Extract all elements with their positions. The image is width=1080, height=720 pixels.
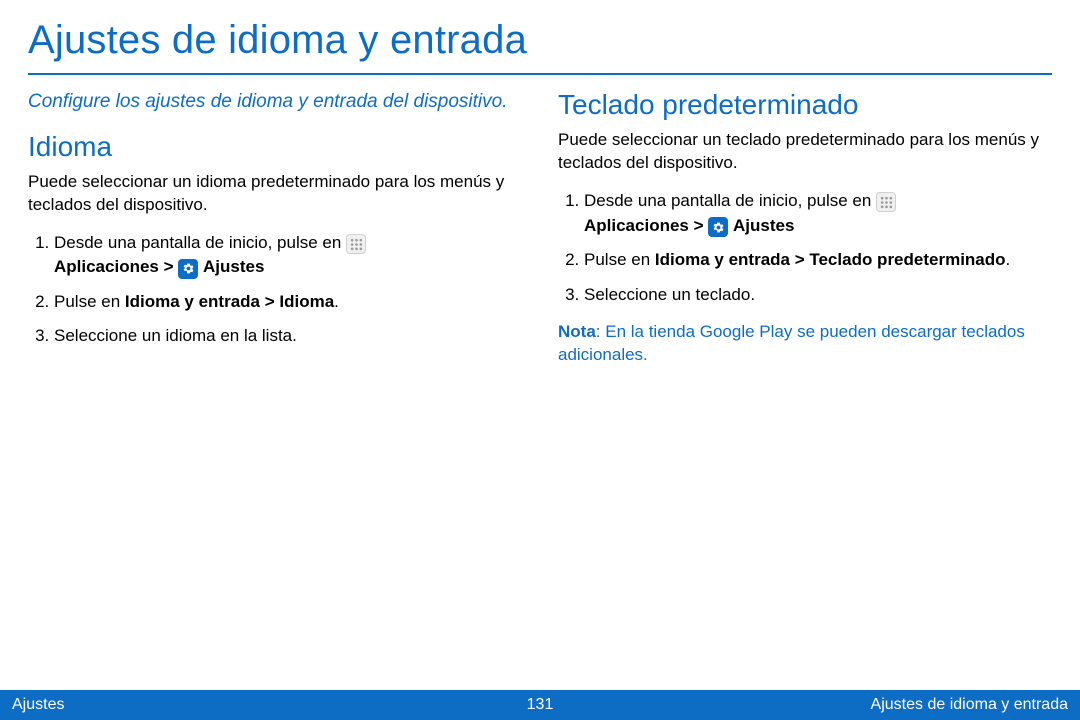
note-label: Nota <box>558 322 596 341</box>
step-text: Seleccione un idioma en la lista. <box>54 326 297 345</box>
step-text: Pulse en <box>584 250 655 269</box>
section-heading-teclado: Teclado predeterminado <box>558 89 1052 121</box>
step-item: Seleccione un teclado. <box>584 283 1052 308</box>
document-page: Ajustes de idioma y entrada Configure lo… <box>0 0 1080 720</box>
step-bold: Idioma y entrada > Idioma <box>125 292 334 311</box>
step-item: Desde una pantalla de inicio, pulse en A… <box>54 231 522 280</box>
step-text: Seleccione un teclado. <box>584 285 755 304</box>
gear-icon <box>708 217 728 237</box>
step-item: Desde una pantalla de inicio, pulse en A… <box>584 189 1052 238</box>
step-text: Desde una pantalla de inicio, pulse en <box>584 191 876 210</box>
content-columns: Configure los ajustes de idioma y entrad… <box>28 89 1052 367</box>
section-heading-idioma: Idioma <box>28 131 522 163</box>
page-intro: Configure los ajustes de idioma y entrad… <box>28 89 522 115</box>
steps-teclado: Desde una pantalla de inicio, pulse en A… <box>558 189 1052 308</box>
left-column: Configure los ajustes de idioma y entrad… <box>28 89 522 367</box>
step-text: . <box>1006 250 1011 269</box>
note-block: Nota: En la tienda Google Play se pueden… <box>558 321 1052 367</box>
step-bold: Aplicaciones > <box>584 216 708 235</box>
page-footer: Ajustes 131 Ajustes de idioma y entrada <box>0 690 1080 720</box>
step-text: . <box>334 292 339 311</box>
footer-left: Ajustes <box>12 696 64 714</box>
footer-right: Ajustes de idioma y entrada <box>871 696 1068 714</box>
step-bold: Idioma y entrada > Teclado predeterminad… <box>655 250 1006 269</box>
step-text: Desde una pantalla de inicio, pulse en <box>54 233 346 252</box>
page-title: Ajustes de idioma y entrada <box>28 18 1052 75</box>
step-bold: Ajustes <box>203 257 264 276</box>
section-desc-teclado: Puede seleccionar un teclado predetermin… <box>558 129 1052 175</box>
step-bold: Ajustes <box>733 216 794 235</box>
step-bold: Aplicaciones > <box>54 257 178 276</box>
section-desc-idioma: Puede seleccionar un idioma predetermina… <box>28 171 522 217</box>
step-item: Seleccione un idioma en la lista. <box>54 324 522 349</box>
steps-idioma: Desde una pantalla de inicio, pulse en A… <box>28 231 522 350</box>
note-text: : En la tienda Google Play se pueden des… <box>558 322 1025 364</box>
step-item: Pulse en Idioma y entrada > Idioma. <box>54 290 522 315</box>
step-item: Pulse en Idioma y entrada > Teclado pred… <box>584 248 1052 273</box>
gear-icon <box>178 259 198 279</box>
apps-icon <box>346 234 366 254</box>
right-column: Teclado predeterminado Puede seleccionar… <box>558 89 1052 367</box>
apps-icon <box>876 192 896 212</box>
step-text: Pulse en <box>54 292 125 311</box>
